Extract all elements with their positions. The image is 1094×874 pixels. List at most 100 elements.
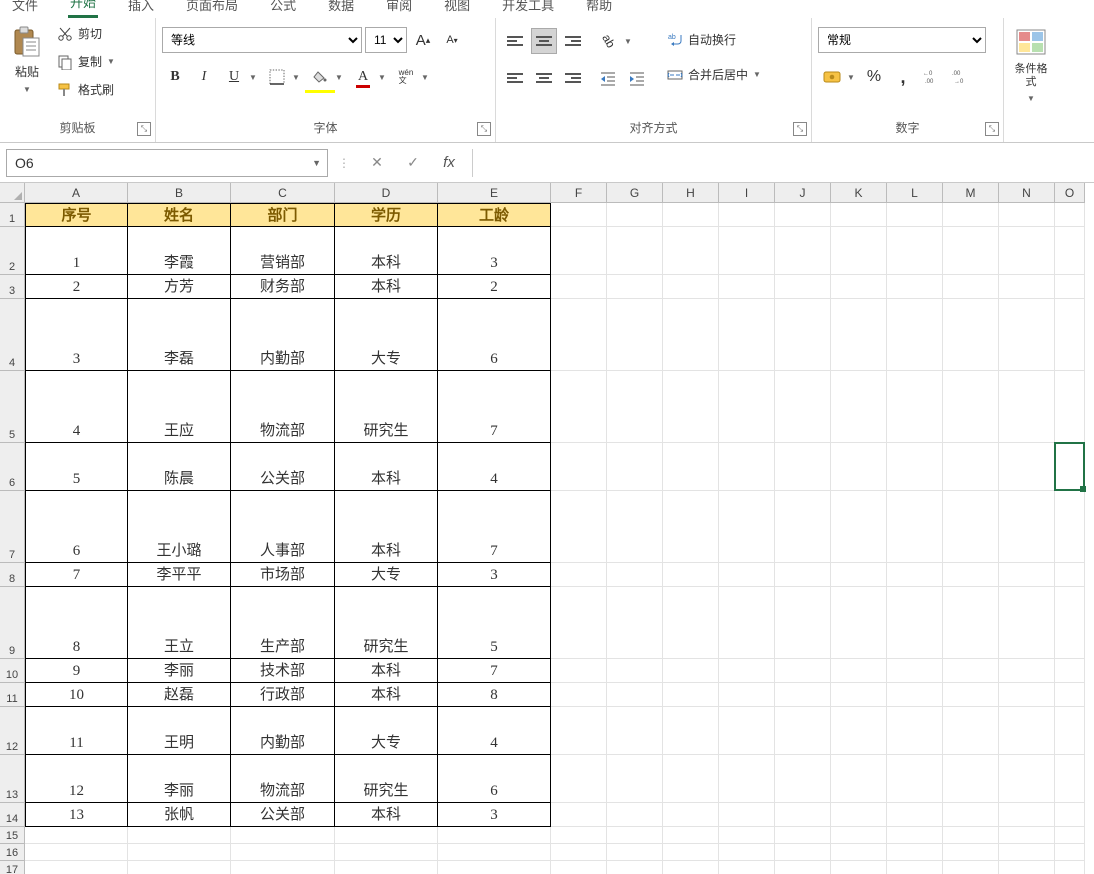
cell[interactable] [663, 203, 719, 227]
cell[interactable] [607, 587, 663, 659]
cell[interactable] [607, 299, 663, 371]
cell[interactable] [25, 861, 128, 874]
cell[interactable] [1055, 371, 1085, 443]
table-cell[interactable]: 物流部 [231, 755, 335, 803]
align-left-button[interactable] [502, 65, 528, 91]
cell[interactable] [719, 587, 775, 659]
table-cell[interactable]: 研究生 [335, 587, 438, 659]
menu-tab-1[interactable]: 开始 [68, 0, 98, 18]
table-cell[interactable]: 陈晨 [128, 443, 231, 491]
cell[interactable] [663, 563, 719, 587]
cell[interactable] [999, 491, 1055, 563]
cell[interactable] [775, 203, 831, 227]
cell[interactable] [999, 371, 1055, 443]
cell[interactable] [551, 587, 607, 659]
number-launcher[interactable]: ⤡ [985, 122, 999, 136]
phonetic-dropdown[interactable]: ▼ [419, 64, 431, 90]
table-cell[interactable]: 本科 [335, 803, 438, 827]
cell[interactable] [775, 443, 831, 491]
table-cell[interactable]: 5 [25, 443, 128, 491]
cell[interactable] [551, 203, 607, 227]
cell[interactable] [943, 587, 999, 659]
cell[interactable] [943, 707, 999, 755]
table-cell[interactable]: 本科 [335, 443, 438, 491]
table-cell[interactable]: 11 [25, 707, 128, 755]
cell[interactable] [607, 844, 663, 861]
merge-center-button[interactable]: 合并后居中 ▼ [662, 62, 766, 87]
cell[interactable] [335, 827, 438, 844]
table-cell[interactable]: 13 [25, 803, 128, 827]
table-cell[interactable]: 2 [438, 275, 551, 299]
comma-button[interactable]: , [890, 64, 916, 90]
cell[interactable] [887, 707, 943, 755]
row-header-10[interactable]: 10 [0, 659, 25, 683]
align-top-button[interactable] [502, 28, 528, 54]
cell[interactable] [887, 827, 943, 844]
cell[interactable] [25, 844, 128, 861]
cell[interactable] [607, 443, 663, 491]
col-header-K[interactable]: K [831, 183, 887, 203]
cell[interactable] [1055, 861, 1085, 874]
cell[interactable] [999, 443, 1055, 491]
copy-button[interactable]: 复制 ▼ [52, 49, 120, 74]
align-center-button[interactable] [531, 65, 557, 91]
cell[interactable] [999, 707, 1055, 755]
cell[interactable] [607, 683, 663, 707]
table-header-cell[interactable]: 学历 [335, 203, 438, 227]
cell[interactable] [607, 659, 663, 683]
cell[interactable] [607, 803, 663, 827]
table-header-cell[interactable]: 姓名 [128, 203, 231, 227]
phonetic-button[interactable]: wén文 [393, 64, 419, 90]
table-cell[interactable]: 本科 [335, 683, 438, 707]
cell[interactable] [831, 203, 887, 227]
menu-tab-6[interactable]: 审阅 [384, 0, 414, 18]
cell[interactable] [1055, 203, 1085, 227]
cell[interactable] [719, 563, 775, 587]
table-cell[interactable]: 物流部 [231, 371, 335, 443]
col-header-C[interactable]: C [231, 183, 335, 203]
cell[interactable] [775, 803, 831, 827]
align-middle-button[interactable] [531, 28, 557, 54]
align-bottom-button[interactable] [560, 28, 586, 54]
cell[interactable] [607, 203, 663, 227]
currency-dropdown[interactable]: ▼ [845, 64, 857, 90]
table-cell[interactable]: 内勤部 [231, 707, 335, 755]
cell[interactable] [607, 861, 663, 874]
table-cell[interactable]: 王应 [128, 371, 231, 443]
table-cell[interactable]: 公关部 [231, 443, 335, 491]
cell[interactable] [663, 587, 719, 659]
cell[interactable] [999, 683, 1055, 707]
cell[interactable] [831, 275, 887, 299]
cell[interactable] [607, 755, 663, 803]
table-cell[interactable]: 王明 [128, 707, 231, 755]
cell[interactable] [438, 827, 551, 844]
table-cell[interactable]: 大专 [335, 563, 438, 587]
row-header-7[interactable]: 7 [0, 491, 25, 563]
table-cell[interactable]: 9 [25, 659, 128, 683]
cell[interactable] [943, 275, 999, 299]
cell[interactable] [719, 659, 775, 683]
cell[interactable] [663, 844, 719, 861]
cell[interactable] [775, 563, 831, 587]
table-cell[interactable]: 营销部 [231, 227, 335, 275]
cell[interactable] [887, 803, 943, 827]
cell[interactable] [1055, 803, 1085, 827]
row-header-14[interactable]: 14 [0, 803, 25, 827]
select-all-corner[interactable] [0, 183, 25, 203]
cell[interactable] [607, 563, 663, 587]
col-header-M[interactable]: M [943, 183, 999, 203]
table-cell[interactable]: 张帆 [128, 803, 231, 827]
cell[interactable] [663, 659, 719, 683]
row-header-12[interactable]: 12 [0, 707, 25, 755]
cell[interactable] [831, 844, 887, 861]
border-dropdown[interactable]: ▼ [290, 64, 302, 90]
cell[interactable] [719, 491, 775, 563]
cell[interactable] [943, 861, 999, 874]
cell[interactable] [128, 861, 231, 874]
currency-button[interactable] [819, 64, 845, 90]
table-cell[interactable]: 4 [438, 443, 551, 491]
menu-tab-2[interactable]: 插入 [126, 0, 156, 18]
cell[interactable] [831, 861, 887, 874]
cell[interactable] [831, 755, 887, 803]
cell[interactable] [943, 563, 999, 587]
